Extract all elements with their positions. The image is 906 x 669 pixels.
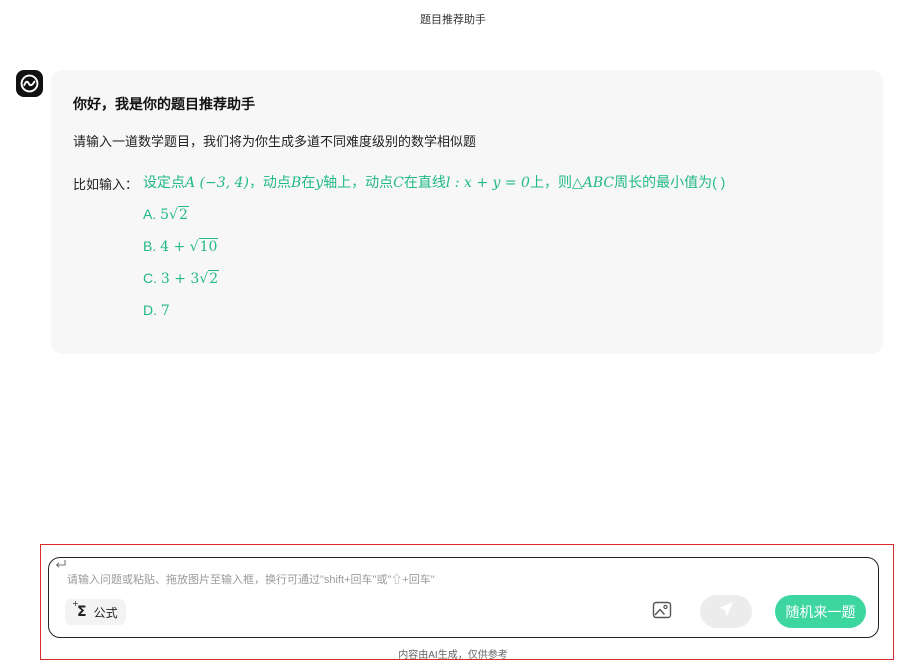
option-radicand: 2 — [208, 270, 220, 287]
option-letter: C. — [143, 270, 157, 286]
chat-composer: +Σ 公式 随机来一题 — [48, 557, 879, 638]
option-radicand: 10 — [198, 238, 219, 255]
question-input[interactable] — [67, 574, 627, 586]
question-text: 轴上，动点 — [323, 174, 394, 190]
question-math: C — [393, 175, 404, 191]
question-text: 周长的最小值为( ) — [614, 174, 726, 190]
sqrt-icon: √ — [199, 271, 209, 287]
question-text: ，动点 — [248, 174, 291, 190]
option-c: C. 3 + 3√2 — [143, 270, 220, 287]
option-letter: D. — [143, 302, 157, 318]
send-button[interactable] — [700, 595, 752, 628]
greeting-heading: 你好，我是你的题目推荐助手 — [73, 96, 255, 112]
image-icon — [652, 601, 672, 624]
option-a: A. 5√2 — [143, 206, 189, 223]
ai-disclaimer: 内容由AI生成，仅供参考 — [398, 650, 508, 661]
sqrt-icon: √ — [169, 207, 178, 223]
upload-image-button[interactable] — [651, 601, 673, 623]
example-question: 设定点A (−3, 4)，动点B在y轴上，动点C在直线l : x + y = 0… — [143, 172, 725, 192]
option-letter: A. — [143, 206, 157, 222]
assistant-logo-icon — [16, 70, 43, 97]
formula-button-label: 公式 — [93, 605, 118, 620]
assistant-message-bubble: 你好，我是你的题目推荐助手 请输入一道数学题目，我们将为你生成多道不同难度级别的… — [51, 70, 883, 354]
question-math: B — [290, 175, 302, 191]
question-text: 在直线 — [403, 174, 446, 190]
option-d: D. 7 — [143, 302, 170, 319]
newline-icon — [54, 558, 68, 570]
intro-text: 请输入一道数学题目，我们将为你生成多道不同难度级别的数学相似题 — [73, 134, 477, 149]
send-icon — [717, 600, 735, 623]
random-question-button[interactable]: 随机来一题 — [775, 595, 866, 628]
example-label: 比如输入： — [73, 177, 139, 192]
question-math: l : x + y = 0 — [445, 175, 530, 191]
option-radicand: 2 — [177, 206, 189, 223]
option-coefficient: 4 + — [160, 239, 190, 255]
option-coefficient: 5 — [160, 207, 170, 223]
question-text: 上，则 — [529, 174, 572, 190]
question-text: 设定点 — [143, 174, 185, 190]
question-math: A (−3, 4) — [185, 175, 249, 191]
question-math: △ABC — [571, 175, 615, 191]
formula-button[interactable]: + Σ 公式 — [65, 599, 126, 625]
sqrt-icon: √ — [189, 239, 199, 255]
sigma-icon: + Σ — [72, 599, 87, 620]
question-math: y — [315, 175, 324, 191]
option-value: 7 — [160, 303, 170, 319]
option-coefficient: 3 + 3 — [160, 271, 200, 287]
page-title: 题目推荐助手 — [420, 14, 486, 26]
option-b: B. 4 + √10 — [143, 238, 219, 255]
question-text: 在 — [301, 174, 316, 190]
option-letter: B. — [143, 238, 157, 254]
